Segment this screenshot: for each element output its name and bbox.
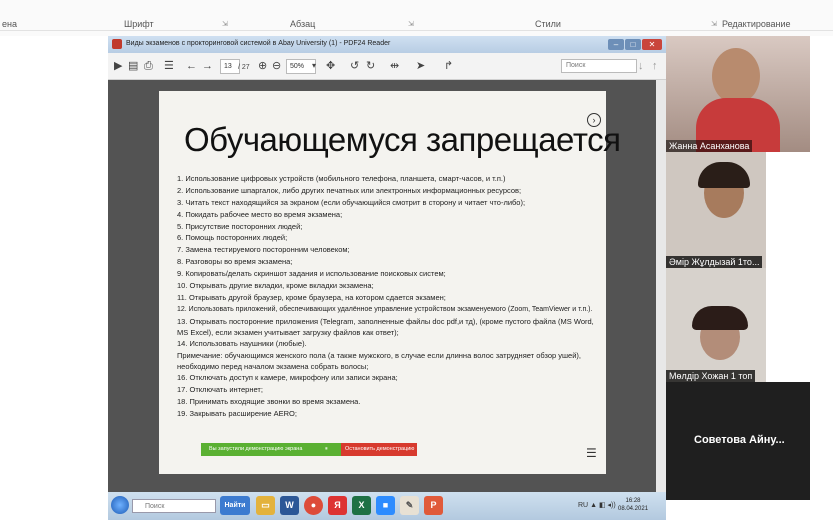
yandex-icon[interactable]: Я <box>328 496 347 515</box>
start-button[interactable] <box>111 496 129 514</box>
rule-item: 8. Разговоры во время экзамена; <box>177 257 293 267</box>
ribbon-group-editing[interactable]: Редактирование <box>722 19 791 29</box>
close-button[interactable]: ✕ <box>642 39 662 50</box>
clock-time: 16:28 <box>625 498 641 504</box>
next-page-icon[interactable]: → <box>202 59 213 73</box>
share-status: Вы запустили демонстрацию экрана ⏸ <box>201 443 341 456</box>
rules-list: 1. Использование цифровых устройств (моб… <box>177 173 597 420</box>
open-file-icon[interactable]: ▶ <box>114 59 122 73</box>
pause-icon[interactable]: ⏸ <box>325 443 328 456</box>
pdf24-icon[interactable]: P <box>424 496 443 515</box>
rule-item: 5. Присутствие посторонних людей; <box>177 221 303 231</box>
system-tray: RU ▲ ◧ ◂)) <box>578 501 616 509</box>
minimize-button[interactable]: – <box>608 39 624 50</box>
language-indicator[interactable]: RU <box>578 502 588 509</box>
word-document-area <box>0 36 108 520</box>
rule-item: 17. Отключать интернет; <box>177 385 263 395</box>
participant-name: Мөлдір Хожан 1 топ <box>666 370 756 382</box>
share-status-text: Вы запустили демонстрацию экрана <box>209 446 303 452</box>
print-icon[interactable]: ⎙ <box>144 59 153 73</box>
taskbar-clock[interactable]: 16:28 08.04.2021 <box>618 497 648 513</box>
rule-item: 19. Закрывать расширение AERO; <box>177 409 297 419</box>
zoom-out-icon[interactable]: ⊖ <box>272 59 281 73</box>
share-icon[interactable]: ↱ <box>444 59 453 73</box>
taskbar-search-input[interactable]: Поиск <box>132 499 216 513</box>
search-up-icon[interactable]: ↑ <box>652 59 658 73</box>
participant-name: Советова Айну... <box>694 434 785 446</box>
ribbon-group-font[interactable]: Шрифт <box>124 19 154 29</box>
maximize-button[interactable]: □ <box>625 39 641 50</box>
rule-item: 12. Использовать приложений, обеспечиваю… <box>177 305 593 313</box>
video-tile[interactable]: Жанна Асанханова <box>666 36 810 152</box>
window-title: Виды экзаменов с прокторинговой системой… <box>126 40 391 47</box>
next-slide-icon[interactable]: › <box>587 113 601 127</box>
stop-share-label: Остановить демонстрацию <box>345 446 415 452</box>
document-viewport: Обучающемуся запрещается › 1. Использова… <box>108 80 666 492</box>
rule-item: 9. Копировать/делать скриншот задания и … <box>177 269 446 279</box>
windows-taskbar: Поиск Найти ▭ W ● Я X ■ ✎ P RU ▲ ◧ ◂)) 1… <box>108 492 666 520</box>
rule-item: 2. Использование шпаргалок, либо других … <box>177 185 522 195</box>
ribbon-divider <box>0 30 833 31</box>
chrome-icon[interactable]: ● <box>304 496 323 515</box>
zoom-dropdown-icon[interactable]: ▾ <box>312 59 316 73</box>
video-tile[interactable]: Мөлдір Хожан 1 топ <box>666 268 766 382</box>
excel-icon[interactable]: X <box>352 496 371 515</box>
pdf-page: Обучающемуся запрещается › 1. Использова… <box>159 91 621 474</box>
vertical-scrollbar[interactable] <box>656 80 666 492</box>
file-explorer-icon[interactable]: ▭ <box>256 496 275 515</box>
ribbon-group-paragraph[interactable]: Абзац <box>290 19 315 29</box>
slide-menu-icon[interactable]: ☰ <box>586 446 597 460</box>
rule-item: 13. Открывать посторонние приложения (Te… <box>177 316 594 337</box>
rule-item: 18. Принимать входящие звонки во время э… <box>177 397 361 407</box>
paragraph-launcher-icon[interactable]: ⇲ <box>408 20 414 28</box>
pdf-search-input[interactable]: Поиск <box>561 59 637 73</box>
page-heading: Обучающемуся запрещается <box>184 121 621 158</box>
ribbon-group-styles[interactable]: Стили <box>535 19 561 29</box>
rule-item: 10. Открывать другие вкладки, кроме вкла… <box>177 281 374 291</box>
zoom-icon[interactable]: ■ <box>376 496 395 515</box>
stop-share-button[interactable]: Остановить демонстрацию <box>341 443 417 456</box>
pdf-toolbar: ▶ ▤ ⎙ ☰ ← → 13 / 27 ⊕ ⊖ 50% ▾ ✥ ↺ ↻ ⇹ ➤ … <box>108 53 666 80</box>
screen-share-bar: Вы запустили демонстрацию экрана ⏸ Остан… <box>201 443 417 456</box>
ribbon-tab-fragment: ена <box>2 19 17 29</box>
rule-item: 6. Помощь посторонних людей; <box>177 233 288 243</box>
paint-icon[interactable]: ✎ <box>400 496 419 515</box>
styles-launcher-icon[interactable]: ⇲ <box>711 20 717 28</box>
participant-face <box>712 48 760 104</box>
select-cursor-icon[interactable]: ➤ <box>416 59 425 73</box>
rule-item: 3. Читать текст находящийся за экраном (… <box>177 197 526 207</box>
rotate-left-icon[interactable]: ↺ <box>350 59 359 73</box>
pdf24-app-icon <box>112 39 122 49</box>
tray-icons[interactable]: ▲ ◧ ◂)) <box>590 502 616 509</box>
pdf-reader-window: Виды экзаменов с прокторинговой системой… <box>108 36 666 492</box>
rule-item: 4. Покидать рабочее место во время экзам… <box>177 209 343 219</box>
font-launcher-icon[interactable]: ⇲ <box>222 20 228 28</box>
clock-date: 08.04.2021 <box>618 506 649 512</box>
rotate-right-icon[interactable]: ↻ <box>366 59 375 73</box>
zoom-in-icon[interactable]: ⊕ <box>258 59 267 73</box>
prev-page-icon[interactable]: ← <box>186 59 197 73</box>
rule-item: 11. Открывать другой браузер, кроме брау… <box>177 292 446 302</box>
rule-note: Примечание: обучающимся женского пола (а… <box>177 350 581 372</box>
rule-item: 1. Использование цифровых устройств (моб… <box>177 174 506 183</box>
rule-item: 7. Замена тестируемого посторонним челов… <box>177 245 350 255</box>
rule-item: 16. Отключать доступ к камере, микрофону… <box>177 373 398 383</box>
search-down-icon[interactable]: ↓ <box>638 59 644 73</box>
video-tile[interactable]: Әмір Жұлдызай 1то... <box>666 152 766 268</box>
pdf-title-bar[interactable]: Виды экзаменов с прокторинговой системой… <box>108 36 666 53</box>
participant-name: Жанна Асанханова <box>666 140 753 152</box>
save-icon[interactable]: ▤ <box>128 59 138 73</box>
taskbar-find-button[interactable]: Найти <box>220 496 250 515</box>
page-number-input[interactable]: 13 <box>220 59 240 74</box>
menu-icon[interactable]: ☰ <box>164 59 174 73</box>
rule-item: 14. Использовать наушники (любые). <box>177 339 307 349</box>
word-icon[interactable]: W <box>280 496 299 515</box>
panel-margin <box>810 36 833 500</box>
participant-name: Әмір Жұлдызай 1то... <box>666 256 763 268</box>
video-tile[interactable]: Советова Айну... <box>666 382 810 500</box>
pan-icon[interactable]: ✥ <box>326 59 335 73</box>
fit-width-icon[interactable]: ⇹ <box>390 59 399 73</box>
page-total: / 27 <box>238 64 250 71</box>
